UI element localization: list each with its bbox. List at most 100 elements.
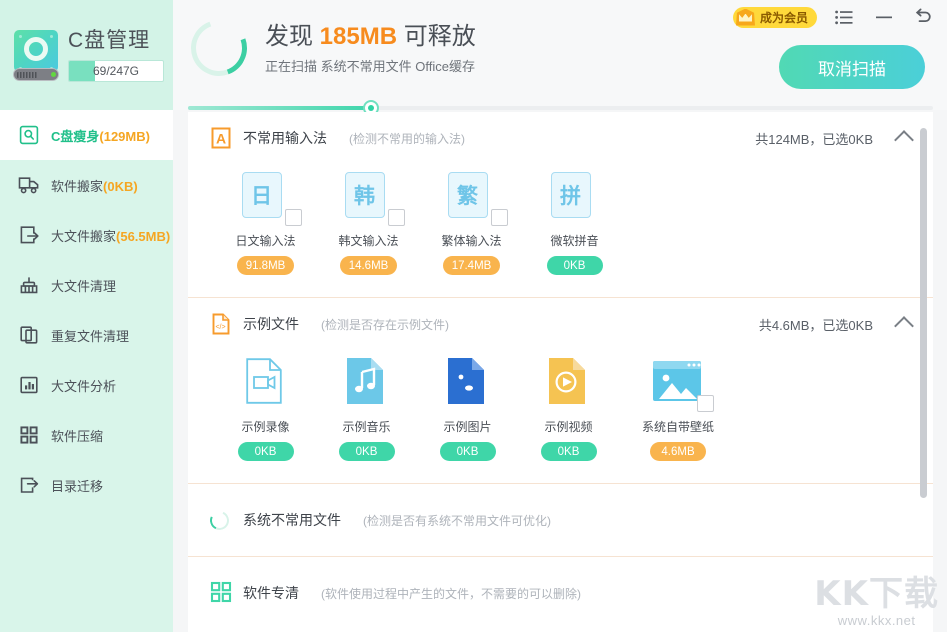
become-member-button[interactable]: 成为会员 bbox=[732, 6, 817, 28]
ime-glyph: 日 bbox=[241, 172, 282, 218]
sidebar-item-label: 大文件搬家 bbox=[51, 228, 117, 244]
section-sample-files: </> 示例文件 (检测是否存在示例文件) 共4.6MB，已选0KB 示例录像 0KB 示例… bbox=[188, 297, 933, 483]
section-header[interactable]: 软件专清 (软件使用过程中产生的文件，不需要的可以删除) bbox=[210, 557, 911, 629]
letter-a-icon: A bbox=[210, 126, 232, 150]
tile-label: 示例音乐 bbox=[342, 420, 391, 434]
page-title: C盘管理 bbox=[68, 29, 151, 52]
hard-disk-icon bbox=[10, 26, 62, 84]
wallpaper-window-icon bbox=[650, 356, 714, 412]
svg-text:A: A bbox=[216, 131, 226, 147]
ime-glyph: 拼 bbox=[550, 172, 591, 218]
tile-item[interactable]: 日日文输入法 91.8MB bbox=[235, 170, 302, 275]
sidebar-item-软件搬家[interactable]: 软件搬家(0KB) bbox=[0, 160, 173, 210]
section-size-summary: 共4.6MB，已选0KB bbox=[758, 317, 873, 333]
sidebar-item-目录迁移[interactable]: 目录迁移 bbox=[0, 460, 173, 510]
tile-size-badge: 0KB bbox=[439, 442, 496, 461]
scrollbar-track[interactable] bbox=[920, 116, 930, 606]
tile-checkbox[interactable] bbox=[387, 209, 405, 226]
scan-status-text: 正在扫描 系统不常用文件 Office缓存 bbox=[265, 58, 475, 74]
sidebar-item-label: C盘瘦身 bbox=[51, 128, 100, 144]
section-unused-ime: A 不常用输入法 (检测不常用的输入法) 共124MB，已选0KB 日日文输入法 91.8… bbox=[188, 112, 933, 297]
tile-label: 示例视频 bbox=[544, 420, 593, 434]
ime-glyph-icon: 日 bbox=[238, 170, 302, 226]
disk-usage-label: 69/247G bbox=[92, 64, 140, 78]
tile-size-badge: 0KB bbox=[338, 442, 395, 461]
chevron-up-icon[interactable] bbox=[894, 130, 914, 150]
section-description: (检测是否存在示例文件) bbox=[321, 317, 449, 332]
tile-checkbox[interactable] bbox=[697, 395, 714, 412]
ime-glyph: 韩 bbox=[344, 172, 385, 218]
section-description: (软件使用过程中产生的文件，不需要的可以删除) bbox=[321, 586, 581, 601]
sidebar-item-重复文件清理[interactable]: 重复文件清理 bbox=[0, 310, 173, 360]
tile-item[interactable]: 繁繁体输入法 17.4MB bbox=[441, 170, 508, 275]
sections-list: A 不常用输入法 (检测不常用的输入法) 共124MB，已选0KB 日日文输入法 91.8… bbox=[188, 112, 933, 629]
scan-progress-fill bbox=[188, 106, 371, 110]
tile-item[interactable]: 系统自带壁纸 4.6MB bbox=[642, 356, 714, 461]
sidebar-nav: C盘瘦身(129MB) 软件搬家(0KB) 大文件搬家(56.5MB) 大文件清理 重复… bbox=[0, 110, 173, 510]
tile-size-badge: 0KB bbox=[540, 442, 597, 461]
scan-result-title: 发现 185MB 可释放 bbox=[265, 22, 476, 52]
music-note-file-icon bbox=[339, 356, 395, 412]
play-video-file-icon bbox=[541, 356, 597, 412]
svg-text:</>: </> bbox=[215, 324, 225, 331]
section-size-summary: 共124MB，已选0KB bbox=[755, 131, 873, 147]
tile-checkbox[interactable] bbox=[284, 209, 302, 226]
sidebar-item-大文件清理[interactable]: 大文件清理 bbox=[0, 260, 173, 310]
undo-arrow-icon[interactable] bbox=[911, 4, 937, 30]
section-header[interactable]: 系统不常用文件 (检测是否有系统不常用文件可优化) bbox=[207, 484, 911, 556]
sidebar-item-label: 软件压缩 bbox=[51, 428, 104, 444]
section-header[interactable]: </> 示例文件 (检测是否存在示例文件) 共4.6MB，已选0KB bbox=[210, 298, 914, 350]
broom-icon bbox=[18, 274, 40, 296]
loading-spinner-icon bbox=[181, 10, 257, 86]
sidebar-item-大文件分析[interactable]: 大文件分析 bbox=[0, 360, 173, 410]
tile-item[interactable]: 拼微软拼音 0KB bbox=[546, 170, 603, 275]
tile-item[interactable]: 示例录像 0KB bbox=[237, 356, 294, 461]
app-window: C盘管理 69/247G C盘瘦身(129MB) 软件搬家(0KB) 大文件搬家(5… bbox=[0, 0, 947, 632]
scrollbar-thumb[interactable] bbox=[920, 128, 927, 498]
section-description: (检测是否有系统不常用文件可优化) bbox=[363, 513, 551, 528]
picture-file-icon bbox=[440, 356, 496, 412]
tile-label: 示例录像 bbox=[241, 420, 290, 434]
ime-glyph-icon: 拼 bbox=[547, 170, 603, 226]
chevron-up-icon[interactable] bbox=[894, 316, 914, 336]
minimize-icon[interactable] bbox=[871, 4, 897, 30]
section-system-unused-files: 系统不常用文件 (检测是否有系统不常用文件可优化) bbox=[188, 483, 933, 556]
tile-item[interactable]: 示例音乐 0KB bbox=[338, 356, 395, 461]
ime-glyph-icon: 韩 bbox=[341, 170, 405, 226]
sidebar-item-size: (129MB) bbox=[99, 128, 150, 144]
sidebar-item-大文件搬家[interactable]: 大文件搬家(56.5MB) bbox=[0, 210, 173, 260]
folder-export-icon bbox=[18, 474, 40, 496]
section-header[interactable]: A 不常用输入法 (检测不常用的输入法) 共124MB，已选0KB bbox=[210, 112, 914, 164]
sidebar-item-label: 目录迁移 bbox=[51, 478, 104, 494]
disk-search-icon bbox=[18, 124, 40, 146]
section-title: 示例文件 bbox=[243, 316, 299, 332]
file-export-icon bbox=[18, 224, 40, 246]
tile-label: 韩文输入法 bbox=[338, 234, 399, 248]
scan-progress-bar bbox=[188, 100, 933, 116]
tile-label: 系统自带壁纸 bbox=[642, 420, 715, 434]
scan-title-suffix: 可释放 bbox=[397, 22, 476, 50]
tile-size-badge: 0KB bbox=[546, 256, 603, 275]
ime-glyph: 繁 bbox=[447, 172, 488, 218]
tile-size-badge: 4.6MB bbox=[650, 442, 706, 461]
become-member-label: 成为会员 bbox=[759, 10, 808, 25]
tile-label: 微软拼音 bbox=[550, 234, 599, 248]
tile-label: 日文输入法 bbox=[235, 234, 296, 248]
truck-move-icon bbox=[18, 174, 40, 196]
section-title: 不常用输入法 bbox=[243, 130, 327, 146]
sidebar-item-C盘瘦身[interactable]: C盘瘦身(129MB) bbox=[0, 110, 173, 160]
section-software-clean: 软件专清 (软件使用过程中产生的文件，不需要的可以删除) bbox=[188, 556, 933, 629]
cancel-scan-button[interactable]: 取消扫描 bbox=[779, 45, 925, 89]
tile-label: 示例图片 bbox=[443, 420, 492, 434]
window-controls: 成为会员 bbox=[732, 4, 937, 30]
tile-label: 繁体输入法 bbox=[441, 234, 502, 248]
sidebar-item-软件压缩[interactable]: 软件压缩 bbox=[0, 410, 173, 460]
crown-icon bbox=[735, 8, 755, 26]
scan-summary: 发现 185MB 可释放 正在扫描 系统不常用文件 Office缓存 bbox=[181, 10, 476, 86]
ime-glyph-icon: 繁 bbox=[444, 170, 508, 226]
tile-item[interactable]: 示例图片 0KB bbox=[439, 356, 496, 461]
tile-checkbox[interactable] bbox=[490, 209, 508, 226]
tile-item[interactable]: 韩韩文输入法 14.6MB bbox=[338, 170, 405, 275]
list-menu-icon[interactable] bbox=[831, 4, 857, 30]
tile-item[interactable]: 示例视频 0KB bbox=[540, 356, 597, 461]
